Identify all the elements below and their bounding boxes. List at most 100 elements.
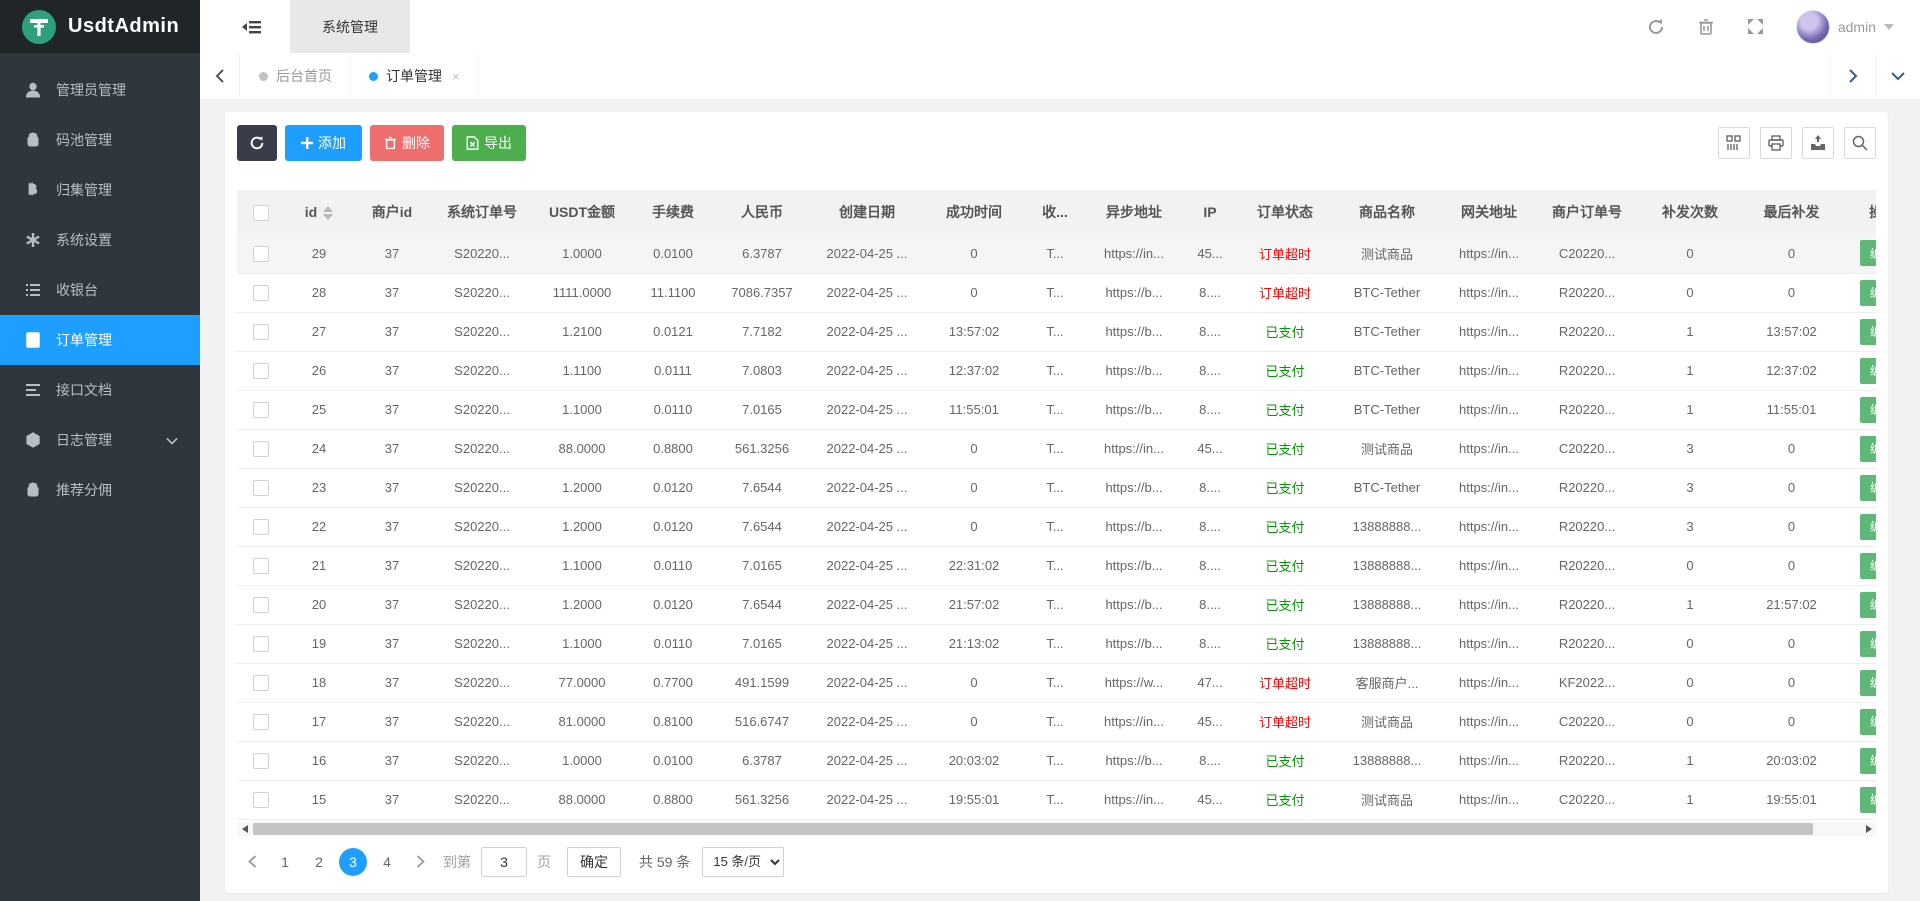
export-button[interactable]: 导出 [452,125,526,161]
page-size-select[interactable]: 15 条/页 [702,846,785,877]
row-checkbox[interactable] [253,362,269,379]
row-checkbox[interactable] [253,713,269,730]
goto-page-input[interactable] [481,846,527,877]
edit-button[interactable]: 编辑 [1859,279,1876,306]
cell-text: https://in... [1459,636,1519,651]
tabs-scroll-right-icon[interactable] [1830,53,1875,99]
row-checkbox[interactable] [253,635,269,652]
refresh-icon[interactable] [1646,17,1666,37]
row-checkbox[interactable] [253,401,269,418]
cell-text: 47... [1197,675,1223,690]
trash-icon[interactable] [1696,17,1716,37]
tabs-menu-chevron-icon[interactable] [1875,53,1920,99]
sidebar-item-8[interactable]: 推荐分佣 [0,465,200,515]
page-number-1[interactable]: 1 [271,848,299,876]
cell-text: 2022-04-25 ... [826,480,908,495]
sidebar-collapse-icon[interactable] [238,14,264,40]
edit-button[interactable]: 编辑 [1859,786,1876,813]
sidebar-item-0[interactable]: 管理员管理 [0,65,200,115]
row-checkbox[interactable] [253,557,269,574]
page-number-4[interactable]: 4 [373,848,401,876]
cell-text: 11:55:01 [1766,402,1817,417]
cell-product: BTC-Tether [1331,468,1443,508]
page-number-3[interactable]: 3 [339,847,367,876]
print-icon[interactable] [1760,127,1792,159]
tab-close-icon[interactable]: × [452,69,460,84]
cell-usdt_amount: 1111.0000 [533,273,631,313]
cell-text: 1.1100 [562,363,602,378]
row-checkbox[interactable] [253,284,269,301]
columns-filter-icon[interactable] [1718,127,1750,159]
user-avatar[interactable] [1795,9,1830,44]
cell-text: 0 [1787,519,1796,534]
edit-button[interactable]: 编辑 [1859,396,1876,423]
cell-status: 订单超时 [1239,702,1331,742]
scrollbar-thumb[interactable] [253,822,1813,835]
cell-id: 17 [285,702,353,742]
edit-button[interactable]: 编辑 [1859,591,1876,618]
row-checkbox[interactable] [253,440,269,457]
table-refresh-button[interactable] [237,125,277,161]
sidebar-item-7[interactable]: 日志管理 [0,415,200,465]
edit-button[interactable]: 编辑 [1859,669,1876,696]
row-checkbox[interactable] [253,323,269,340]
cell-created: 2022-04-25 ... [809,390,925,430]
cell-fee: 0.8100 [631,702,715,742]
edit-button[interactable]: 编辑 [1859,708,1876,735]
row-checkbox[interactable] [253,479,269,496]
row-checkbox[interactable] [253,518,269,535]
cell-text: 8.... [1199,636,1221,651]
row-checkbox[interactable] [253,752,269,769]
scroll-right-arrow-icon[interactable] [1861,822,1876,836]
tabs-scroll-left-icon[interactable] [200,53,240,99]
nav-tab-system[interactable]: 系统管理 [290,0,410,53]
cell-actions: 编辑 [1842,585,1876,625]
sidebar-item-4[interactable]: 收银台 [0,265,200,315]
row-checkbox[interactable] [253,791,269,808]
delete-button[interactable]: 删除 [370,125,444,161]
row-checkbox[interactable] [253,596,269,613]
cell-id: 28 [285,273,353,313]
confirm-button[interactable]: 确定 [567,846,621,877]
edit-button[interactable]: 编辑 [1859,240,1876,267]
cell-actions: 编辑 [1842,546,1876,586]
cell-text: 0 [970,519,978,534]
cell-receive_addr: T... [1023,546,1087,586]
user-menu[interactable]: admin [1795,9,1894,44]
sidebar-item-5[interactable]: 订单管理 [0,315,200,365]
next-page-icon[interactable] [407,849,433,875]
col-header-id[interactable]: id [285,190,353,234]
scroll-left-arrow-icon[interactable] [237,822,252,836]
cell-actions: 编辑 [1842,624,1876,664]
search-icon[interactable] [1844,127,1876,159]
edit-button[interactable]: 编辑 [1859,318,1876,345]
edit-button[interactable]: 编辑 [1859,435,1876,462]
cell-text: 0 [1787,714,1796,729]
select-all-checkbox[interactable] [253,204,269,221]
cell-text: 测试商品 [1360,246,1413,262]
cell-usdt_amount: 88.0000 [533,429,631,469]
page-tab-1[interactable]: 订单管理 × [351,53,479,99]
row-checkbox[interactable] [253,674,269,691]
row-checkbox[interactable] [253,245,269,262]
edit-button[interactable]: 编辑 [1859,474,1876,501]
page-number-2[interactable]: 2 [305,848,333,876]
edit-button[interactable]: 编辑 [1859,747,1876,774]
page-tab-0[interactable]: 后台首页 [241,53,351,99]
add-button[interactable]: 添加 [285,125,362,161]
sort-icon[interactable] [323,206,334,221]
edit-button[interactable]: 编辑 [1859,630,1876,657]
prev-page-icon[interactable] [239,849,265,875]
horizontal-scrollbar[interactable] [237,821,1876,836]
edit-button[interactable]: 编辑 [1859,357,1876,384]
cell-text: BTC-Tether [1353,480,1421,495]
edit-button[interactable]: 编辑 [1859,552,1876,579]
sidebar-item-1[interactable]: 码池管理 [0,115,200,165]
edit-button[interactable]: 编辑 [1859,513,1876,540]
export-data-icon[interactable] [1802,127,1834,159]
cell-resend_count: 0 [1639,624,1741,664]
sidebar-item-2[interactable]: 归集管理 [0,165,200,215]
sidebar-item-3[interactable]: 系统设置 [0,215,200,265]
fullscreen-icon[interactable] [1746,17,1766,37]
sidebar-item-6[interactable]: 接口文档 [0,365,200,415]
